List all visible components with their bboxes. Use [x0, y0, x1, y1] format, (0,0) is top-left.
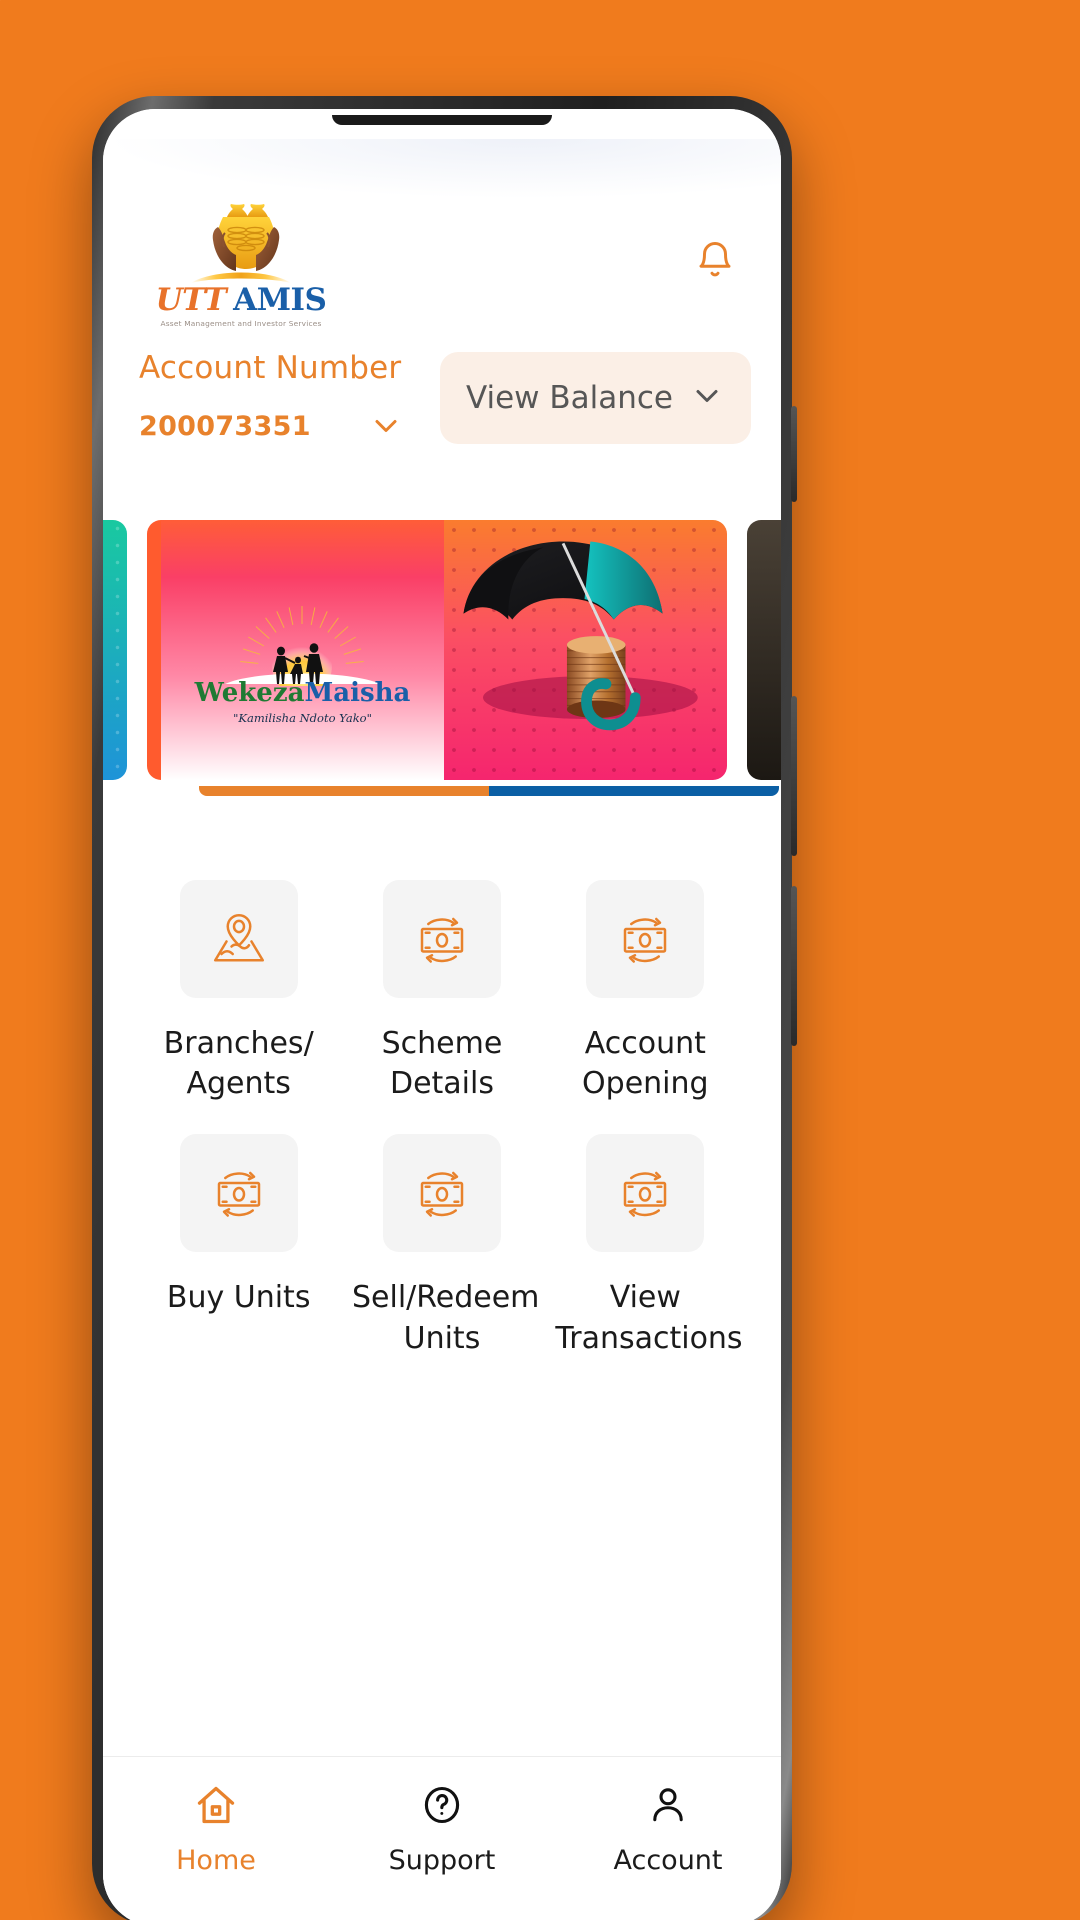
menu-view-transactions[interactable]: View Transactions	[544, 1134, 747, 1358]
phone-device-frame: UTT AMIS Asset Management and Investor S…	[92, 96, 797, 1920]
maisha-word: Maisha	[304, 677, 411, 708]
nav-label: Support	[388, 1845, 496, 1876]
menu-branches-agents[interactable]: Branches/ Agents	[137, 880, 340, 1104]
nav-item-support[interactable]: Support	[330, 1783, 554, 1876]
promo-slide-previous[interactable]	[103, 520, 127, 780]
menu-buy-units[interactable]: Buy Units	[137, 1134, 340, 1358]
carousel-bar-active	[199, 786, 489, 796]
promo-carousel[interactable]: WekezaMaisha "Kamilisha Ndoto Yako"	[103, 520, 781, 800]
menu-label: Scheme Details	[381, 1026, 503, 1102]
question-circle-icon	[420, 1783, 464, 1831]
phone-side-button-bottom	[791, 886, 797, 1046]
carousel-bar-inactive	[489, 786, 779, 796]
wekeza-maisha-logo: WekezaMaisha "Kamilisha Ndoto Yako"	[195, 596, 411, 725]
nav-item-account[interactable]: Account	[556, 1783, 780, 1876]
quick-actions-grid: Branches/ Agents Scheme Details Account …	[103, 800, 781, 1756]
logo-wordmark: UTT AMIS	[156, 285, 327, 316]
menu-tile[interactable]	[586, 1134, 705, 1253]
carousel-track[interactable]: WekezaMaisha "Kamilisha Ndoto Yako"	[103, 520, 781, 780]
menu-label: Sell/Redeem Units	[351, 1280, 540, 1356]
app-screen: UTT AMIS Asset Management and Investor S…	[103, 109, 781, 1920]
money-exchange-icon	[624, 917, 667, 963]
menu-tile[interactable]	[179, 1134, 298, 1253]
phone-side-button-top	[791, 406, 797, 502]
user-icon	[646, 1783, 690, 1831]
money-exchange-icon	[624, 1172, 667, 1218]
account-number-value: 200073351	[139, 410, 311, 442]
nav-label: Home	[176, 1845, 256, 1876]
nav-label: Account	[613, 1845, 723, 1876]
menu-label: Branches/ Agents	[163, 1026, 314, 1102]
view-balance-label: View Balance	[465, 380, 673, 416]
promo-slide-wekeza-maisha[interactable]: WekezaMaisha "Kamilisha Ndoto Yako"	[147, 520, 727, 780]
home-icon	[194, 1783, 238, 1831]
menu-tile[interactable]	[382, 880, 501, 998]
bell-icon[interactable]	[683, 229, 747, 293]
sunrise-family-icon	[225, 605, 380, 686]
money-exchange-icon	[217, 1172, 260, 1218]
logo-tagline: Asset Management and Investor Services	[160, 319, 322, 328]
promo-slide-artwork	[444, 520, 727, 780]
menu-tile[interactable]	[382, 1134, 501, 1253]
phone-side-button-mid	[791, 696, 797, 856]
logo-word-amis: AMIS	[233, 282, 327, 318]
phone-screen-bezel: UTT AMIS Asset Management and Investor S…	[103, 109, 781, 1920]
chevron-down-icon[interactable]	[368, 408, 404, 444]
nav-item-home[interactable]: Home	[104, 1783, 328, 1876]
promo-slide-branding: WekezaMaisha "Kamilisha Ndoto Yako"	[161, 520, 444, 780]
menu-sell-redeem-units[interactable]: Sell/Redeem Units	[340, 1134, 543, 1358]
menu-label: View Transactions	[555, 1280, 743, 1356]
view-balance-button[interactable]: View Balance	[439, 352, 751, 444]
menu-label: Buy Units	[166, 1280, 311, 1316]
wekeza-word: Wekeza	[194, 677, 305, 708]
money-exchange-icon	[420, 1172, 464, 1218]
menu-tile[interactable]	[179, 880, 298, 998]
phone-notch	[332, 115, 552, 125]
app-header: UTT AMIS Asset Management and Investor S…	[103, 109, 781, 344]
account-section: Account Number 200073351 View Balance	[103, 344, 781, 496]
carousel-indicator-bars	[199, 786, 779, 796]
menu-scheme-details[interactable]: Scheme Details	[340, 880, 543, 1104]
wekeza-maisha-tagline: "Kamilisha Ndoto Yako"	[233, 710, 372, 725]
menu-label: Account Opening	[582, 1026, 709, 1102]
wekeza-maisha-wordmark: WekezaMaisha	[195, 680, 411, 706]
umbrella-over-coins-illustration	[463, 541, 698, 731]
account-info: Account Number 200073351	[139, 344, 440, 444]
money-exchange-icon	[420, 917, 464, 963]
map-pin-icon	[213, 914, 264, 962]
promo-slide-next[interactable]	[747, 520, 781, 780]
bottom-navigation-bar: Home Support Account	[103, 1756, 781, 1920]
account-number-label: Account Number	[139, 350, 402, 386]
account-selector[interactable]: 200073351	[139, 408, 440, 444]
app-logo: UTT AMIS Asset Management and Investor S…	[156, 197, 327, 328]
chevron-down-icon	[689, 378, 725, 418]
logo-word-utt: UTT	[155, 282, 227, 318]
hands-holding-money-logo	[185, 197, 297, 289]
menu-account-opening[interactable]: Account Opening	[544, 880, 747, 1104]
menu-tile[interactable]	[586, 880, 705, 998]
